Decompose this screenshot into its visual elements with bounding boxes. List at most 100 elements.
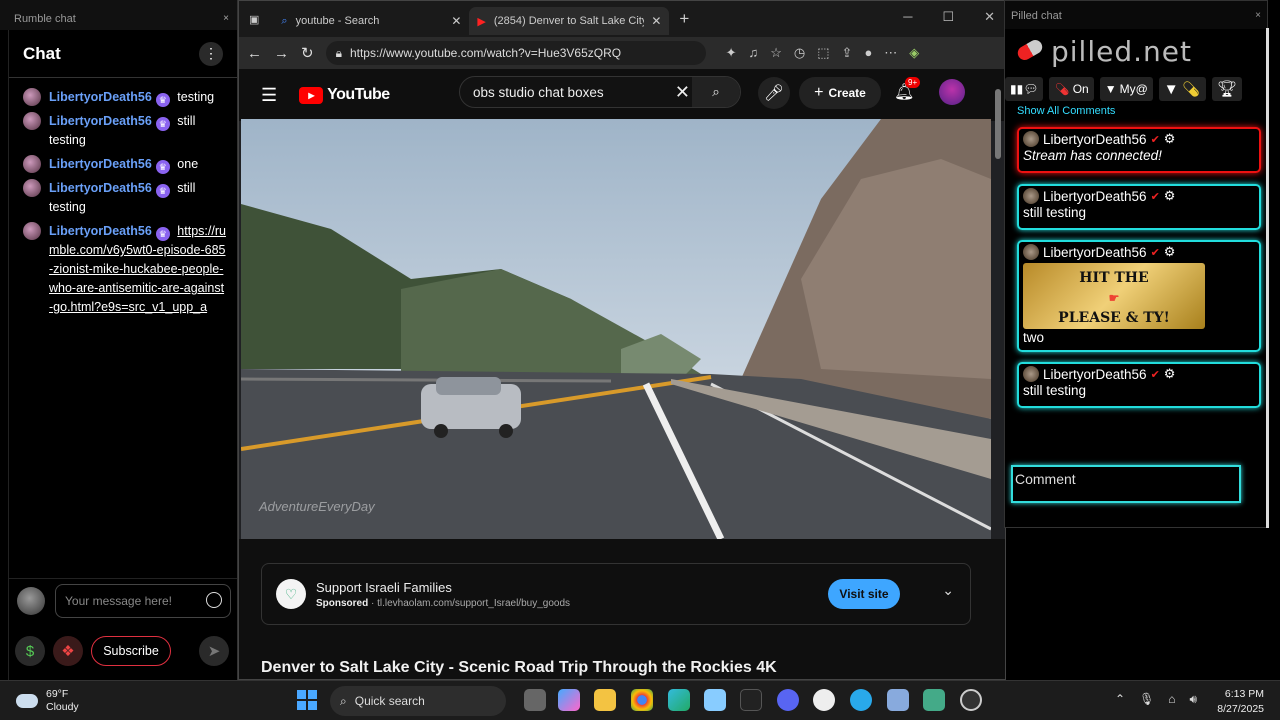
favorites-icon[interactable]: ☆ (770, 45, 782, 61)
network-icon[interactable]: ⌂ (1168, 692, 1175, 707)
pill-filter-icon[interactable]: ▼ 💊︎ (1158, 77, 1206, 101)
close-tab-icon[interactable]: ✕ (651, 14, 661, 28)
create-button[interactable]: + Create (799, 77, 881, 109)
rumble-close-button[interactable]: × (223, 13, 229, 24)
pilled-username[interactable]: LibertyorDeath56 (1043, 245, 1147, 260)
pilled-toolbar: ▮▮💬︎ 💊︎ On ▼ My@ ▼ 💊︎ 🏆︎ (1005, 77, 1242, 101)
more-options-icon[interactable]: ⋮ (199, 41, 223, 66)
maximize-icon[interactable]: ☐ (942, 9, 954, 25)
sponsored-ad[interactable]: ♡ Support Israeli Families Sponsored · t… (261, 563, 971, 625)
url-field[interactable]: 🔒︎ https://www.youtube.com/watch?v=Hue3V… (325, 41, 706, 65)
photos-icon[interactable] (704, 689, 726, 711)
chat-username[interactable]: LibertyorDeath56 (49, 157, 152, 171)
remote-desktop-icon[interactable] (923, 689, 945, 711)
gear-icon[interactable]: ⚙ (1164, 188, 1176, 204)
windows-taskbar: 69°F Cloudy ⌕ Quick search ⌃ 🎙︎ ⌂ 🔊︎ 6:13 … (0, 680, 1280, 720)
pilled-close-button[interactable]: × (1255, 10, 1261, 21)
refresh-icon[interactable]: ↻ (301, 44, 314, 62)
gear-icon[interactable]: ⚙ (1164, 131, 1176, 147)
discord-icon[interactable] (777, 689, 799, 711)
settings-more-icon[interactable]: ⋯ (884, 45, 897, 61)
chat-username[interactable]: LibertyorDeath56 (49, 181, 152, 195)
video-player[interactable]: AdventureEveryDay (241, 119, 991, 539)
gift-icon[interactable]: ❖ (53, 636, 83, 666)
pill-icon: 💊︎ (1054, 82, 1070, 96)
message-input[interactable]: Your message here! (55, 583, 231, 618)
gear-icon[interactable]: ⚙ (1164, 366, 1176, 382)
pilled-username[interactable]: LibertyorDeath56 (1043, 367, 1147, 382)
subscribe-button[interactable]: Subscribe (91, 636, 171, 666)
extensions-icon[interactable]: ✦ (726, 45, 737, 61)
profile-icon[interactable]: ● (864, 45, 872, 61)
comment-placeholder: Comment (1015, 471, 1076, 487)
rant-dollar-button[interactable]: $ (15, 636, 45, 666)
emoji-icon[interactable] (206, 591, 222, 608)
microphone-icon[interactable]: 🎤︎ (758, 77, 790, 109)
file-explorer-icon[interactable] (594, 689, 616, 711)
rumble-window-title: Rumble chat (14, 13, 76, 25)
window-close-icon[interactable]: ✕ (984, 9, 995, 25)
toggle-on-button[interactable]: 💊︎ On (1049, 77, 1094, 101)
youtube-logo[interactable]: ▶ YouTube (299, 86, 390, 104)
close-tab-icon[interactable]: ✕ (451, 14, 461, 28)
pilled-app-icon[interactable] (740, 689, 762, 711)
show-all-comments-link[interactable]: Show All Comments (1017, 105, 1115, 117)
weather-widget[interactable]: 69°F Cloudy (16, 688, 79, 714)
chrome-icon[interactable] (631, 689, 653, 711)
clear-search-icon[interactable]: ✕ (675, 82, 690, 103)
search-icon[interactable]: ⌕ (692, 77, 740, 107)
pilled-scrollbar[interactable] (1266, 28, 1269, 528)
microphone-tray-icon[interactable]: 🎙︎ (1139, 692, 1154, 707)
youtube-search-input[interactable]: obs studio chat boxes ✕ ⌕ (459, 76, 741, 108)
page-scrollbar[interactable] (993, 69, 1003, 677)
forward-icon[interactable]: → (274, 45, 289, 62)
trophy-icon[interactable]: 🏆︎ (1211, 77, 1242, 101)
pilled-chat-window: Pilled chat × pilled.net ▮▮💬︎ 💊︎ On ▼ My@ … (1004, 0, 1268, 528)
send-icon[interactable]: ➤ (199, 636, 229, 666)
system-clock[interactable]: 6:13 PM 8/27/2025 (1217, 687, 1264, 717)
chevron-up-icon[interactable]: ⌃ (1115, 692, 1125, 707)
create-label: Create (828, 86, 866, 100)
columns-chat-icon[interactable]: ▮▮💬︎ (1005, 77, 1044, 101)
pilled-username[interactable]: LibertyorDeath56 (1043, 132, 1147, 147)
tab-youtube-search[interactable]: ⌕ youtube - Search ✕ (273, 7, 469, 35)
pilled-username[interactable]: LibertyorDeath56 (1043, 189, 1147, 204)
video-watermark: AdventureEveryDay (259, 499, 375, 514)
chevron-down-icon[interactable]: ⌄ (942, 582, 954, 599)
obs-icon[interactable] (813, 689, 835, 711)
comment-input[interactable]: Comment (1011, 465, 1241, 503)
chat-header: Chat ⋮ (9, 30, 237, 78)
account-avatar[interactable] (939, 79, 965, 105)
task-view-icon[interactable] (524, 689, 546, 711)
media-icon[interactable]: ♫ (748, 45, 758, 61)
copilot-app-icon[interactable] (558, 689, 580, 711)
chat-username[interactable]: LibertyorDeath56 (49, 224, 152, 238)
new-tab-icon[interactable]: + (679, 9, 689, 29)
edge-icon[interactable] (668, 689, 690, 711)
settings-app-icon[interactable] (960, 689, 982, 711)
chat-username[interactable]: LibertyorDeath56 (49, 114, 152, 128)
tab-actions-icon[interactable]: ▣ (249, 13, 259, 26)
video-title: Denver to Salt Lake City - Scenic Road T… (261, 659, 777, 676)
visit-site-button[interactable]: Visit site (828, 579, 900, 609)
ad-domain: tl.levhaolam.com/support_Israel/buy_good… (377, 597, 571, 609)
back-icon[interactable]: ← (247, 45, 262, 62)
chat-username[interactable]: LibertyorDeath56 (49, 90, 152, 104)
gear-icon[interactable]: ⚙ (1164, 244, 1176, 260)
taskbar-search[interactable]: ⌕ Quick search (330, 686, 506, 716)
share-icon[interactable]: ⇪ (842, 45, 853, 61)
volume-icon[interactable]: 🔊︎ (1190, 692, 1198, 707)
start-menu-icon[interactable] (297, 690, 317, 710)
scrollbar-thumb[interactable] (995, 89, 1001, 159)
mentions-filter-button[interactable]: ▼ My@ (1099, 77, 1153, 101)
telegram-icon[interactable] (850, 689, 872, 711)
copilot-icon[interactable]: ◈ (909, 45, 919, 61)
browser-window: ▣ ⌕ youtube - Search ✕ ▶ (2854) Denver t… (238, 0, 1006, 680)
verified-check-icon: ✔ (1150, 246, 1160, 259)
notepad-icon[interactable] (887, 689, 909, 711)
history-icon[interactable]: ◷ (794, 45, 805, 61)
screenshot-icon[interactable]: ⬚ (817, 45, 829, 61)
hamburger-menu-icon[interactable]: ☰ (261, 85, 277, 106)
tab-denver-video[interactable]: ▶ (2854) Denver to Salt Lake City - S ✕ (469, 7, 670, 35)
minimize-icon[interactable]: ─ (903, 9, 912, 25)
